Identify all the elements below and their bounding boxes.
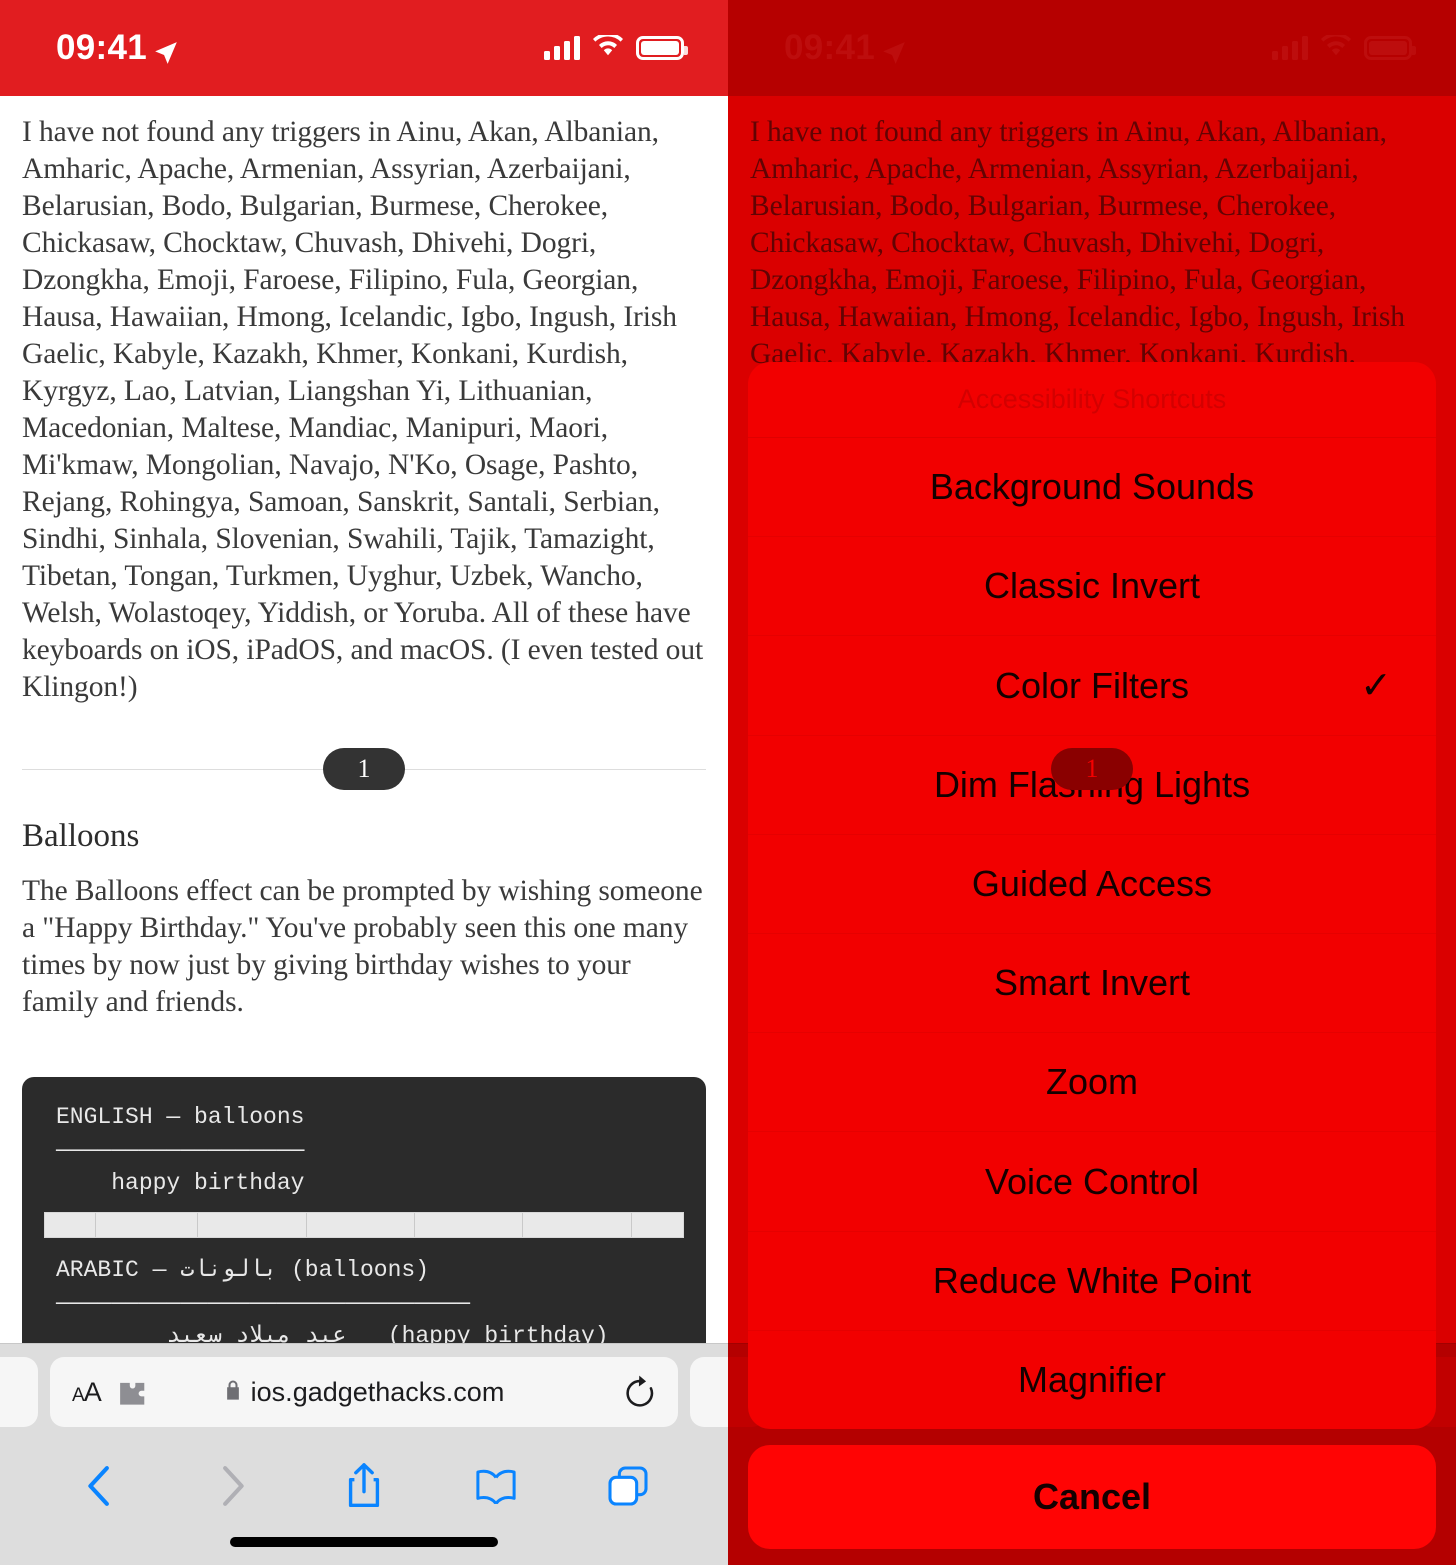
sheet-item-label: Color Filters: [994, 664, 1190, 706]
status-bar: 09:41: [0, 0, 728, 96]
page-divider: 1: [22, 734, 706, 804]
article-content: I have not found any triggers in Ainu, A…: [0, 114, 728, 1472]
code-line: ARABIC — بالونات (balloons): [56, 1257, 429, 1283]
screenshot-stage: 09:41 I have not found any triggers in A…: [0, 0, 1456, 1565]
share-icon[interactable]: [334, 1456, 394, 1516]
status-bar-time-group: 09:41: [56, 28, 179, 68]
paragraph-balloons: The Balloons effect can be prompted by w…: [22, 875, 703, 1018]
lock-icon: [224, 1378, 242, 1406]
tabs-icon[interactable]: [598, 1456, 658, 1516]
sheet-options-group: Accessibility Shortcuts Background Sound…: [748, 362, 1436, 1429]
checkmark-icon: ✓: [1360, 664, 1392, 707]
paragraph-languages: I have not found any triggers in Ainu, A…: [22, 116, 704, 703]
table-cell: [632, 1213, 683, 1237]
table-cell: [45, 1213, 97, 1237]
table-cell: [415, 1213, 524, 1237]
sheet-title: Accessibility Shortcuts: [748, 362, 1436, 438]
sheet-item-label: Magnifier: [1017, 1358, 1167, 1400]
sheet-item-label: Zoom: [1045, 1061, 1139, 1103]
sheet-item-smart-invert[interactable]: Smart Invert: [748, 934, 1436, 1034]
code-line: ——————————————————————————————: [56, 1290, 471, 1316]
reload-icon[interactable]: [624, 1375, 656, 1409]
sheet-item-guided-access[interactable]: Guided Access: [748, 835, 1436, 935]
page-number-badge: 1: [1051, 748, 1133, 790]
cancel-button[interactable]: Cancel: [748, 1445, 1436, 1549]
page-number-badge: 1: [323, 748, 405, 790]
section-heading-balloons: Balloons: [22, 818, 140, 854]
chevron-left-icon[interactable]: [70, 1456, 130, 1516]
chevron-right-icon: [202, 1456, 262, 1516]
book-icon[interactable]: [466, 1456, 526, 1516]
sheet-item-label: Reduce White Point: [932, 1259, 1252, 1301]
sheet-item-magnifier[interactable]: Magnifier: [748, 1331, 1436, 1429]
code-line: ENGLISH — balloons: [56, 1104, 305, 1130]
safari-toolbar: AA ios.gadgethacks.com: [0, 1343, 728, 1565]
home-indicator: [230, 1537, 498, 1547]
accessibility-shortcuts-sheet: Accessibility Shortcuts Background Sound…: [748, 362, 1436, 1549]
code-line: happy birthday: [56, 1170, 305, 1196]
battery-full-icon: [636, 36, 688, 60]
table-cell: [307, 1213, 416, 1237]
cellular-bars-icon: [544, 36, 580, 60]
sheet-item-label: Classic Invert: [983, 565, 1201, 607]
code-table-row: [44, 1212, 684, 1238]
table-cell: [198, 1213, 307, 1237]
url-text: ios.gadgethacks.com: [250, 1376, 505, 1407]
address-bar[interactable]: AA ios.gadgethacks.com: [50, 1357, 678, 1427]
table-cell: [96, 1213, 199, 1237]
safari-nav-row: [0, 1440, 728, 1532]
status-bar-clock: 09:41: [56, 28, 148, 67]
tab-previous[interactable]: [0, 1357, 38, 1427]
text-size-label-small: A: [72, 1384, 85, 1406]
tab-next[interactable]: [690, 1357, 728, 1427]
wifi-icon: [593, 32, 623, 62]
sheet-item-background-sounds[interactable]: Background Sounds: [748, 438, 1436, 538]
sheet-item-label: Background Sounds: [929, 466, 1255, 508]
puzzle-piece-icon[interactable]: [115, 1378, 147, 1407]
sheet-item-label: Smart Invert: [993, 962, 1191, 1004]
text-size-button[interactable]: AA: [72, 1376, 102, 1408]
sheet-item-zoom[interactable]: Zoom: [748, 1033, 1436, 1133]
sheet-item-color-filters[interactable]: Color Filters ✓: [748, 636, 1436, 736]
code-line: ——————————————————: [56, 1137, 305, 1163]
iphone-screen-color-filtered: 09:41 I have not found any triggers in A…: [728, 0, 1456, 1565]
sheet-item-reduce-white-point[interactable]: Reduce White Point: [748, 1232, 1436, 1331]
iphone-screen-normal: 09:41 I have not found any triggers in A…: [0, 0, 728, 1565]
status-bar-indicators: [544, 32, 688, 62]
sheet-item-voice-control[interactable]: Voice Control: [748, 1132, 1436, 1232]
text-size-label: A: [83, 1376, 102, 1407]
safari-tab-row: AA ios.gadgethacks.com: [0, 1344, 728, 1440]
sheet-item-classic-invert[interactable]: Classic Invert: [748, 537, 1436, 637]
location-arrow-icon: [153, 35, 179, 64]
sheet-item-label: Guided Access: [971, 862, 1213, 904]
sheet-item-label: Voice Control: [984, 1160, 1200, 1202]
table-cell: [523, 1213, 632, 1237]
